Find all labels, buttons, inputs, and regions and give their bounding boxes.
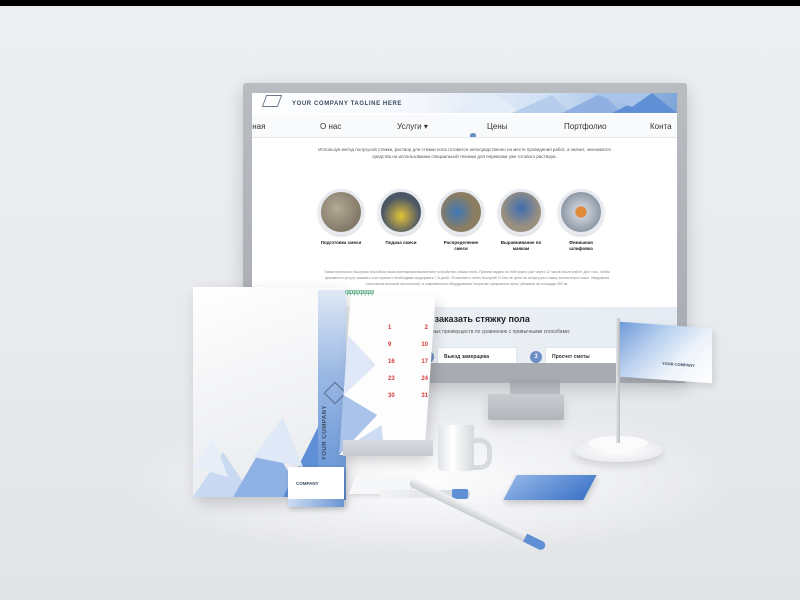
- nav-active-indicator: [470, 133, 476, 137]
- nav-item-about[interactable]: О нас: [320, 122, 341, 131]
- step-number-badge: 3: [530, 351, 542, 363]
- notebook: [503, 475, 597, 500]
- order-card-estimate[interactable]: Просчет сметы: [545, 347, 625, 363]
- branded-mug: [438, 425, 474, 471]
- step-delivery[interactable]: Подача смеси: [377, 189, 425, 246]
- step-distribution[interactable]: Распределение смеси: [437, 189, 485, 252]
- step-leveling[interactable]: Выравнивание по маякам: [497, 189, 545, 252]
- company-logo-icon[interactable]: [261, 95, 283, 107]
- calendar-days: 12 9 10 16 17 23 24 30 31: [388, 320, 428, 405]
- calendar-day: 10: [421, 342, 428, 348]
- nav-item-portfolio[interactable]: Портфолио: [564, 122, 607, 131]
- calendar-row: 9 10: [388, 337, 428, 354]
- calendar-row: 12: [388, 320, 428, 337]
- step-image: [318, 189, 364, 235]
- calendar-day: 17: [421, 359, 428, 365]
- step-label: Подача смеси: [385, 240, 417, 245]
- order-card-measure[interactable]: Выезд замерщика: [437, 347, 517, 363]
- calendar-day: 24: [421, 376, 428, 382]
- calendar-row: 30 31: [388, 388, 428, 405]
- calendar-day: 2: [424, 325, 428, 331]
- step-image: [378, 189, 424, 235]
- step-grinding[interactable]: Финишная шлифовка: [557, 189, 605, 252]
- step-image: [498, 189, 544, 235]
- calendar-row: 16 17: [388, 354, 428, 371]
- business-card: COMPANY: [288, 467, 344, 507]
- step-image: [558, 189, 604, 235]
- flag-company-name: YOUR COMPANY: [662, 360, 695, 369]
- calendar-base: [343, 440, 433, 456]
- nav-item-services[interactable]: Услуги ▾: [397, 122, 428, 131]
- business-card-text: COMPANY: [296, 481, 319, 486]
- company-tagline: YOUR COMPANY TAGLINE HERE: [292, 101, 403, 107]
- business-card-stripe: [288, 499, 344, 507]
- calendar-day: 31: [421, 393, 428, 399]
- step-preparation[interactable]: Подготовка смеси: [317, 189, 365, 246]
- calendar-rings: φφφφφφφφ: [345, 289, 374, 296]
- calendar-day: 9: [388, 342, 392, 348]
- nav-item-home[interactable]: вная: [252, 122, 265, 131]
- calendar-day: 23: [388, 376, 395, 382]
- calendar-row: 23 24: [388, 371, 428, 388]
- nav-item-contacts[interactable]: Конта: [650, 122, 672, 131]
- calendar-day: 16: [388, 359, 395, 365]
- mug-handle: [471, 438, 492, 470]
- step-label: Финишная шлифовка: [569, 240, 593, 251]
- step-label: Распределение смеси: [443, 240, 479, 251]
- step-label: Подготовка смеси: [320, 240, 362, 245]
- site-nav: вная О нас Услуги ▾ Цены Портфолио Конта: [252, 115, 677, 138]
- step-label: Выравнивание по маякам: [500, 240, 542, 251]
- calendar-day: 1: [388, 325, 392, 331]
- site-header: YOUR COMPANY TAGLINE HERE: [252, 93, 677, 113]
- intro-text: Используя метод полусухой стяжки, раство…: [318, 147, 611, 159]
- nav-item-prices[interactable]: Цены: [487, 122, 508, 131]
- monitor-stand: [488, 394, 564, 420]
- table-flag: YOUR COMPANY: [620, 321, 712, 384]
- description-text: Таким простым и быстрым способом наши мо…: [323, 270, 611, 286]
- header-polygon-art: [452, 93, 677, 113]
- folder-company-name: YOUR COMPANY: [322, 405, 328, 461]
- calendar-day: 30: [388, 393, 395, 399]
- step-image: [438, 189, 484, 235]
